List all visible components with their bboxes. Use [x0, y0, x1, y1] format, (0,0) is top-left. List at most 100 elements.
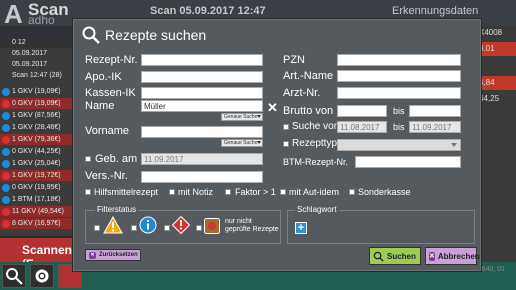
rezepttyp-label: Rezepttyp: [292, 138, 338, 149]
pzn-input[interactable]: [337, 54, 461, 66]
list-item[interactable]: Scan 12:47 (28): [0, 70, 72, 81]
cancel-button[interactable]: ✕ Abbrechen: [425, 247, 480, 265]
suche-von-checkbox[interactable]: [283, 124, 289, 130]
mit-notiz-checkbox[interactable]: [169, 189, 175, 195]
vers-nr-input[interactable]: [141, 171, 263, 183]
suche-von-label: Suche von: [292, 121, 340, 132]
list-item[interactable]: 0 12: [0, 37, 72, 48]
hilfsmittelrezept-checkbox[interactable]: [85, 189, 91, 195]
error-icon: [2, 220, 10, 228]
art-name-label: Art.-Name: [283, 70, 334, 82]
close-icon: ✕: [89, 251, 96, 259]
clear-name-icon[interactable]: ✕: [267, 101, 278, 114]
suche-bis-input[interactable]: [409, 121, 461, 133]
rezepttyp-checkbox[interactable]: [283, 141, 289, 147]
vorname-search-mode-select[interactable]: Genaue Suche: [221, 139, 263, 147]
add-keyword-button[interactable]: +: [295, 222, 307, 234]
search-prescriptions-dialog: Rezepte suchen Rezept-Nr. Apo.-IK Kassen…: [72, 18, 482, 272]
suche-von-input[interactable]: [337, 121, 387, 133]
right-cell: X4008: [479, 28, 503, 37]
list-item[interactable]: 11 GKV (49,54€): [0, 206, 72, 217]
right-cell: 8.01: [476, 42, 516, 56]
recognition-data-title: Erkennungsdaten: [392, 5, 479, 17]
settings-tool-button[interactable]: [30, 264, 54, 288]
info-icon: [139, 216, 157, 234]
search-button[interactable]: Suchen: [369, 247, 421, 265]
scan-button[interactable]: Scannen (F: [0, 238, 72, 271]
list-item[interactable]: 05.09.2017: [0, 59, 72, 70]
error-icon: [2, 208, 10, 216]
reset-button[interactable]: ✕ Zurücksetzen: [85, 249, 141, 261]
right-cell: 4,84: [476, 76, 516, 90]
kassen-ik-label: Kassen-IK: [85, 87, 136, 99]
info-icon: [2, 112, 10, 120]
name-search-mode-select[interactable]: Genaue Suche: [221, 113, 263, 121]
list-item[interactable]: 1 BTM (17,18€): [0, 194, 72, 205]
list-item[interactable]: 1 GKV (19,72€): [0, 170, 72, 181]
rezept-nr-input[interactable]: [141, 54, 263, 66]
chevron-down-icon: [257, 141, 261, 144]
faktor-checkbox[interactable]: [225, 189, 231, 195]
vorname-input[interactable]: [141, 126, 263, 138]
rezept-nr-label: Rezept-Nr.: [85, 54, 138, 66]
chevron-down-icon: [451, 143, 457, 147]
search-icon: [82, 26, 100, 44]
btm-rezept-nr-label: BTM-Rezept-Nr.: [283, 157, 349, 167]
brutto-von-input[interactable]: [337, 105, 387, 117]
name-label: Name: [85, 100, 115, 112]
list-item[interactable]: 0 GKV (44,25€): [0, 146, 72, 157]
list-item[interactable]: 1 GKV (79,36€): [0, 134, 72, 145]
name-input[interactable]: [141, 100, 263, 112]
brutto-bis-label: bis: [393, 106, 405, 116]
list-item[interactable]: 05.09.2017: [0, 48, 72, 59]
geb-am-input[interactable]: [141, 153, 263, 165]
filter-warning-checkbox[interactable]: [94, 225, 100, 231]
sonderkasse-checkbox[interactable]: [349, 189, 355, 195]
art-name-input[interactable]: [337, 70, 461, 82]
scan-title: Scan 05.09.2017 12:47: [150, 5, 266, 17]
list-item[interactable]: 0 GKV (19,09€): [0, 98, 72, 109]
filter-info-checkbox[interactable]: [131, 225, 137, 231]
list-item[interactable]: 1 GKV (87,56€): [0, 110, 72, 121]
scan-list: 0 12 05.09.2017 05.09.2017 Scan 12:47 (2…: [0, 37, 72, 236]
list-item[interactable]: 0 GKV (19,95€): [0, 182, 72, 193]
error-icon: [172, 216, 190, 234]
mit-aut-idem-checkbox[interactable]: [280, 189, 286, 195]
kassen-ik-input[interactable]: [141, 87, 263, 99]
pzn-label: PZN: [283, 54, 305, 66]
brutto-bis-input[interactable]: [409, 105, 461, 117]
error-icon: [2, 136, 10, 144]
arzt-nr-input[interactable]: [337, 87, 461, 99]
list-item[interactable]: 1 GKV (19,09€): [0, 86, 72, 97]
close-icon: ✕: [429, 251, 435, 261]
list-item[interactable]: 8 GKV (16,97€): [0, 218, 72, 229]
faktor-label: Faktor > 1: [235, 187, 276, 197]
right-cell: 44,25: [479, 94, 500, 103]
info-icon: [2, 124, 10, 132]
dialog-title: Rezepte suchen: [105, 27, 207, 43]
info-icon: [2, 196, 10, 204]
error-icon: [2, 100, 10, 108]
apo-ik-input[interactable]: [141, 71, 263, 83]
right-panel: [476, 26, 516, 262]
geb-am-checkbox[interactable]: [85, 156, 91, 162]
suche-bis-label: bis: [393, 122, 405, 132]
filter-unchecked-checkbox[interactable]: [196, 225, 202, 231]
arzt-nr-label: Arzt-Nr.: [283, 87, 321, 99]
mit-notiz-label: mit Notiz: [178, 187, 214, 197]
info-icon: [2, 184, 10, 192]
magnifier-icon: [6, 268, 23, 285]
chevron-down-icon: [257, 115, 261, 118]
search-icon: [373, 251, 384, 262]
btm-rezept-nr-input[interactable]: [355, 156, 461, 168]
list-item[interactable]: 1 GKV (28,46€): [0, 122, 72, 133]
search-tool-button[interactable]: [2, 264, 26, 288]
vers-nr-label: Vers.-Nr.: [85, 170, 128, 182]
list-item[interactable]: 1 GKV (25,04€): [0, 158, 72, 169]
nur-nicht-label: nur nicht geprüfte Rezepte: [225, 218, 279, 233]
rezepttyp-select[interactable]: [337, 139, 461, 151]
filter-error-checkbox[interactable]: [164, 225, 170, 231]
schlagwort-title: Schlagwort: [295, 205, 339, 214]
vorname-label: Vorname: [85, 125, 130, 137]
unchecked-prescription-icon: [204, 218, 220, 234]
